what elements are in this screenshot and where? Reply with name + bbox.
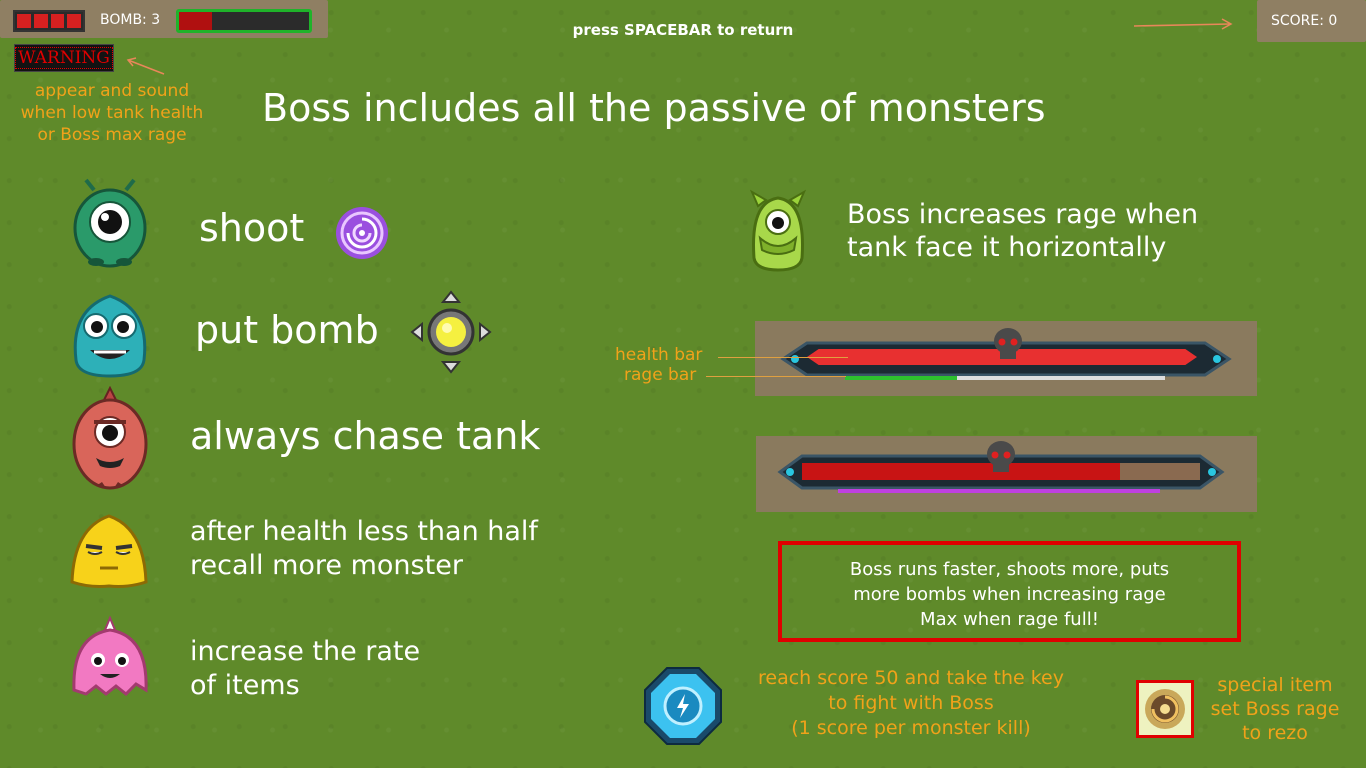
pointer-line — [718, 357, 848, 358]
feature-text: after health less than half — [190, 516, 538, 547]
hp-block — [50, 14, 65, 28]
hp-block — [33, 14, 48, 28]
feature-text: put bomb — [195, 308, 379, 352]
warning-badge: WARNING — [14, 44, 114, 72]
page-title: Boss includes all the passive of monster… — [262, 86, 1046, 130]
arrow-icon — [1133, 18, 1233, 30]
feature-text-block: after health less than half recall more … — [190, 515, 538, 583]
skull-icon — [994, 328, 1022, 359]
rage-effect-line: Boss runs faster, shoots more, puts — [849, 559, 1170, 580]
key-info-line: (1 score per monster kill) — [791, 717, 1031, 739]
boss-key-icon — [644, 667, 722, 745]
boss-health-fill — [802, 463, 1121, 480]
boss-rage-track — [838, 489, 1160, 493]
health-bar-label: health bar — [615, 345, 703, 365]
special-item-line: set Boss rage — [1210, 698, 1340, 720]
rage-info-line: tank face it horizontally — [847, 232, 1167, 263]
key-info-text: reach score 50 and take the key to fight… — [742, 666, 1080, 741]
tank-hp-blocks — [13, 10, 85, 32]
feature-text: increase the rate — [190, 636, 421, 667]
boss-bar-panel-full — [755, 321, 1257, 396]
special-item-line: special item — [1217, 674, 1333, 696]
score-display: SCORE: 0 — [1271, 13, 1338, 29]
teal-monster-icon — [73, 294, 147, 378]
rage-reset-item-icon — [1145, 689, 1185, 729]
warning-note-line: appear and sound — [34, 81, 190, 101]
warning-note-line: when low tank health — [20, 103, 204, 123]
tank-health-fill — [179, 12, 212, 30]
yellow-blob-monster-icon — [70, 514, 148, 588]
feature-text: always chase tank — [190, 414, 541, 458]
feature-text-block: increase the rate of items — [190, 635, 420, 703]
special-item-line: to rezo — [1242, 722, 1308, 744]
bomb-count: BOMB: 3 — [100, 12, 161, 28]
rage-bar-label: rage bar — [624, 365, 697, 385]
feature-text: of items — [190, 670, 300, 701]
green-eye-monster-icon — [73, 178, 147, 268]
boss-bar-panel-rage — [756, 436, 1257, 512]
warning-text: WARNING — [15, 47, 113, 69]
key-info-line: to fight with Boss — [828, 692, 994, 714]
boss-rage-fill — [845, 376, 957, 380]
yellow-bomb-icon — [410, 290, 492, 374]
hp-block — [17, 14, 31, 28]
rage-effect-line: Max when rage full! — [920, 609, 1099, 630]
hp-block — [67, 14, 81, 28]
feature-text: shoot — [199, 206, 305, 250]
return-hint: press SPACEBAR to return — [572, 21, 794, 39]
special-item-frame — [1136, 680, 1194, 738]
arrow-icon — [126, 57, 165, 75]
pink-monster-icon — [72, 616, 148, 697]
tank-health-bar — [176, 9, 312, 33]
feature-text: recall more monster — [190, 550, 463, 581]
rage-effect-box: Boss runs faster, shoots more, puts more… — [778, 541, 1241, 642]
lime-cyclops-monster-icon — [749, 189, 807, 272]
rage-info-text: Boss increases rage when tank face it ho… — [847, 198, 1198, 264]
warning-note-line: or Boss max rage — [37, 125, 187, 145]
skull-icon — [987, 441, 1015, 472]
pointer-line — [706, 376, 846, 377]
red-horn-monster-icon — [72, 386, 148, 490]
warning-note: appear and sound when low tank health or… — [10, 80, 214, 146]
key-info-line: reach score 50 and take the key — [758, 667, 1064, 689]
rage-info-line: Boss increases rage when — [847, 199, 1199, 230]
rage-effect-line: more bombs when increasing rage — [853, 584, 1166, 605]
boss-rage-track — [845, 376, 1165, 380]
special-item-text: special item set Boss rage to rezo — [1200, 673, 1350, 745]
purple-vortex-bullet-icon — [336, 207, 388, 259]
boss-rage-fill — [838, 489, 1160, 493]
